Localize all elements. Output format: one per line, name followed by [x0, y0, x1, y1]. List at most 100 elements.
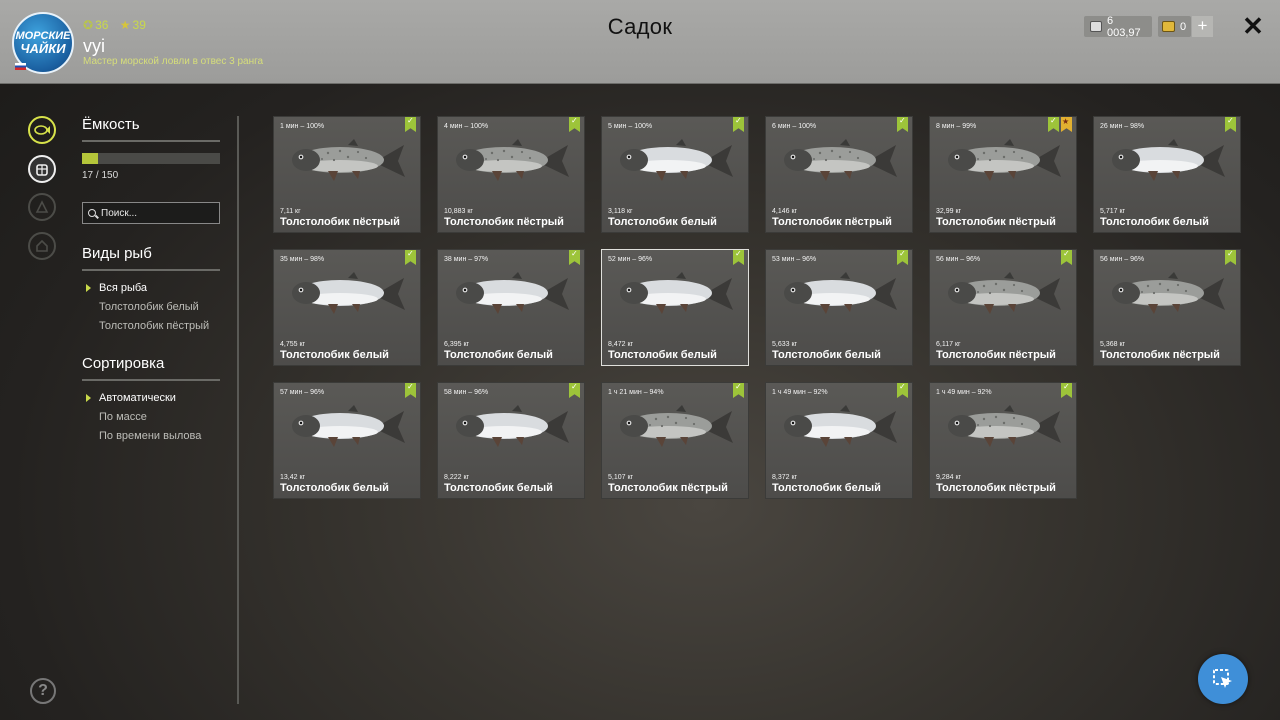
selected-marker-icon [86, 284, 91, 292]
home-icon[interactable] [28, 232, 56, 260]
fish-name: Толстолобик пёстрый [280, 216, 400, 228]
divider [82, 379, 220, 381]
help-icon[interactable]: ? [30, 678, 56, 704]
divider [82, 140, 220, 142]
checkmark-icon [1048, 117, 1059, 132]
capacity-title: Ёмкость [82, 116, 140, 133]
fish-card[interactable]: 35 мин – 98% 4,755 кг Толстолобик белый [273, 249, 421, 366]
checkmark-icon [897, 383, 908, 398]
cursor-button[interactable] [1198, 654, 1248, 704]
fish-card[interactable]: 58 мин – 96% 8,222 кг Толстолобик белый [437, 382, 585, 499]
fish-weight: 3,118 кг [608, 208, 633, 215]
capacity-text: 17 / 150 [82, 170, 119, 181]
add-gold-button[interactable]: + [1192, 16, 1213, 37]
checkmark-icon [569, 250, 580, 265]
catch-time-quality: 5 мин – 100% [608, 123, 653, 130]
search-icon [88, 209, 96, 217]
fish-card[interactable]: 56 мин – 96% 5,368 кг Толстолобик пёстры… [1093, 249, 1241, 366]
checkmark-icon [733, 383, 744, 398]
catch-time-quality: 56 мин – 96% [936, 256, 981, 263]
sort-title: Сортировка [82, 355, 165, 372]
money-value: 6 003,97 [1107, 14, 1141, 39]
fish-name: Толстолобик белый [772, 349, 881, 361]
player-rank: Мастер морской ловли в отвес 3 ранга [83, 56, 264, 67]
checkmark-icon [405, 117, 416, 132]
fish-card[interactable]: 8 мин – 99% 32,99 кг Толстолобик пёстрый [929, 116, 1077, 233]
cursor-icon [1213, 669, 1232, 688]
fish-card[interactable]: 26 мин – 98% 5,717 кг Толстолобик белый [1093, 116, 1241, 233]
close-icon[interactable]: ✕ [1240, 12, 1266, 40]
search-placeholder: Поиск... [101, 207, 138, 219]
fish-card[interactable]: 1 ч 49 мин – 92% 8,372 кг Толстолобик бе… [765, 382, 913, 499]
fish-name: Толстолобик белый [444, 482, 553, 494]
species-option-spotted[interactable]: Толстолобик пёстрый [99, 320, 209, 332]
flag-icon [15, 63, 26, 70]
fish-name: Толстолобик белый [280, 349, 389, 361]
gold-balance: 0 [1158, 16, 1191, 37]
fish-weight: 4,146 кг [772, 208, 798, 215]
gold-value: 0 [1180, 20, 1187, 33]
fish-card[interactable]: 5 мин – 100% 3,118 кг Толстолобик белый [601, 116, 749, 233]
money-icon [1090, 21, 1103, 32]
sort-option-auto[interactable]: Автоматически [99, 392, 176, 404]
catch-time-quality: 58 мин – 96% [444, 389, 489, 396]
species-option-white[interactable]: Толстолобик белый [99, 301, 199, 313]
capacity-bar [82, 153, 220, 164]
checkmark-icon [1225, 117, 1236, 132]
sort-option-time[interactable]: По времени вылова [99, 430, 201, 442]
fish-card[interactable]: 57 мин – 96% 13,42 кг Толстолобик белый [273, 382, 421, 499]
keepnet-icon[interactable] [28, 155, 56, 183]
species-option-all[interactable]: Вся рыба [99, 282, 147, 294]
checkmark-icon [569, 117, 580, 132]
fish-card[interactable]: 6 мин – 100% 4,146 кг Толстолобик пёстры… [765, 116, 913, 233]
fish-name: Толстолобик белый [608, 216, 717, 228]
fish-weight: 5,368 кг [1100, 341, 1126, 348]
fish-weight: 4,755 кг [280, 341, 306, 348]
fish-card[interactable]: 52 мин – 96% 8,472 кг Толстолобик белый [601, 249, 749, 366]
fish-card[interactable]: 1 ч 49 мин – 92% 9,284 кг Толстолобик пё… [929, 382, 1077, 499]
checkmark-icon [733, 117, 744, 132]
fish-name: Толстолобик пёстрый [772, 216, 892, 228]
catch-time-quality: 4 мин – 100% [444, 123, 489, 130]
fish-card[interactable]: 1 ч 21 мин – 94% 5,107 кг Толстолобик пё… [601, 382, 749, 499]
fish-weight: 9,284 кг [936, 474, 962, 481]
lure-icon[interactable] [28, 193, 56, 221]
fish-weight: 8,372 кг [772, 474, 798, 481]
catch-time-quality: 1 ч 49 мин – 92% [936, 389, 992, 396]
checkmark-icon [405, 250, 416, 265]
fish-name: Толстолобик белый [1100, 216, 1209, 228]
fish-weight: 6,395 кг [444, 341, 470, 348]
fish-weight: 8,222 кг [444, 474, 470, 481]
fish-card[interactable]: 56 мин – 96% 6,117 кг Толстолобик пёстры… [929, 249, 1077, 366]
top-bar: МОРСКИЕ ЧАЙКИ ✪ 36 ★ 39 vyi Мастер морской… [0, 0, 1280, 84]
catch-time-quality: 26 мин – 98% [1100, 123, 1145, 130]
catch-time-quality: 1 мин – 100% [280, 123, 325, 130]
fish-name: Толстолобик пёстрый [444, 216, 564, 228]
fish-weight: 7,11 кг [280, 208, 301, 215]
trophy-star-icon [1061, 117, 1072, 132]
fish-name: Толстолобик белый [772, 482, 881, 494]
divider [82, 269, 220, 271]
checkmark-icon [1061, 250, 1072, 265]
fish-name: Толстолобик пёстрый [936, 216, 1056, 228]
fish-card[interactable]: 4 мин – 100% 10,883 кг Толстолобик пёстр… [437, 116, 585, 233]
sort-option-weight[interactable]: По массе [99, 411, 147, 423]
fish-name: Толстолобик пёстрый [1100, 349, 1220, 361]
catch-time-quality: 57 мин – 96% [280, 389, 325, 396]
catch-time-quality: 6 мин – 100% [772, 123, 817, 130]
fish-icon[interactable] [28, 116, 56, 144]
fish-name: Толстолобик пёстрый [936, 349, 1056, 361]
catch-time-quality: 38 мин – 97% [444, 256, 489, 263]
money-balance: 6 003,97 [1084, 14, 1152, 39]
checkmark-icon [733, 250, 744, 265]
catch-time-quality: 52 мин – 96% [608, 256, 653, 263]
catch-time-quality: 1 ч 49 мин – 92% [772, 389, 828, 396]
fish-weight: 5,633 кг [772, 341, 798, 348]
search-input[interactable]: Поиск... [82, 202, 220, 224]
fish-card[interactable]: 38 мин – 97% 6,395 кг Толстолобик белый [437, 249, 585, 366]
fish-card[interactable]: 53 мин – 96% 5,633 кг Толстолобик белый [765, 249, 913, 366]
fish-name: Толстолобик белый [280, 482, 389, 494]
checkmark-icon [1225, 250, 1236, 265]
fish-card[interactable]: 1 мин – 100% 7,11 кг Толстолобик пёстрый [273, 116, 421, 233]
checkmark-icon [405, 383, 416, 398]
